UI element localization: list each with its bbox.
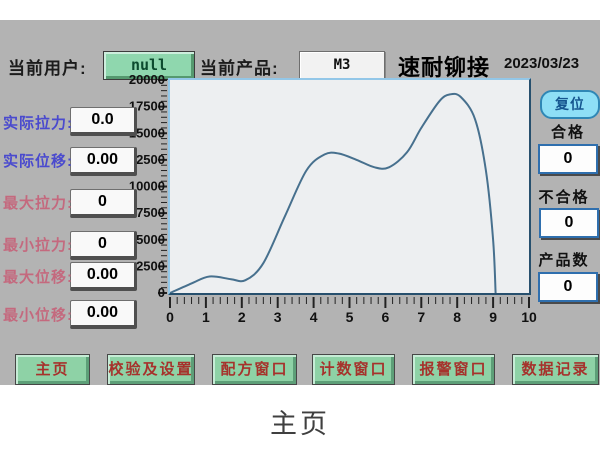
product-count-label: 产品数 [538,252,590,269]
nav-home-button[interactable]: 主页 [15,354,90,385]
page-caption: 主页 [270,409,330,439]
reset-button[interactable]: 复位 [540,90,600,119]
force-curve [170,92,497,293]
nav-calibration-settings-button[interactable]: 校验及设置 [107,354,195,385]
qualified-count-display: 0 [538,144,598,174]
product-count-display: 0 [538,272,598,302]
nav-count-window-button[interactable]: 计数窗口 [312,354,395,385]
current-product-label: 当前产品: [200,59,279,78]
max-displacement-display: 0.00 [70,262,137,291]
unqualified-count-display: 0 [539,208,599,238]
min-displacement-display: 0.00 [70,300,137,329]
qualified-label: 合格 [550,124,585,141]
actual-force-label: 实际拉力: [3,115,73,132]
date-display: 2023/03/23 [504,55,580,72]
current-user-label: 当前用户: [8,59,87,78]
max-force-display: 0 [70,189,137,218]
min-force-display: 0 [70,231,137,260]
min-displacement-label: 最小位移: [3,307,73,324]
max-force-label: 最大拉力: [3,195,73,212]
min-force-label: 最小拉力: [3,237,73,254]
actual-displacement-label: 实际位移: [3,153,73,170]
current-user-button[interactable]: null [103,51,195,80]
nav-alarm-window-button[interactable]: 报警窗口 [412,354,495,385]
max-displacement-label: 最大位移: [3,269,73,286]
actual-displacement-display: 0.00 [70,147,137,176]
current-product-field[interactable]: M3 [299,51,385,79]
nav-recipe-window-button[interactable]: 配方窗口 [212,354,297,385]
hmi-screen: 当前用户: null 当前产品: M3 速耐铆接 2023/03/23 实际拉力… [0,0,600,450]
unqualified-label: 不合格 [538,189,590,206]
actual-force-display: 0.0 [70,107,137,136]
force-curve-chart [168,78,531,295]
nav-data-record-button[interactable]: 数据记录 [512,354,599,385]
